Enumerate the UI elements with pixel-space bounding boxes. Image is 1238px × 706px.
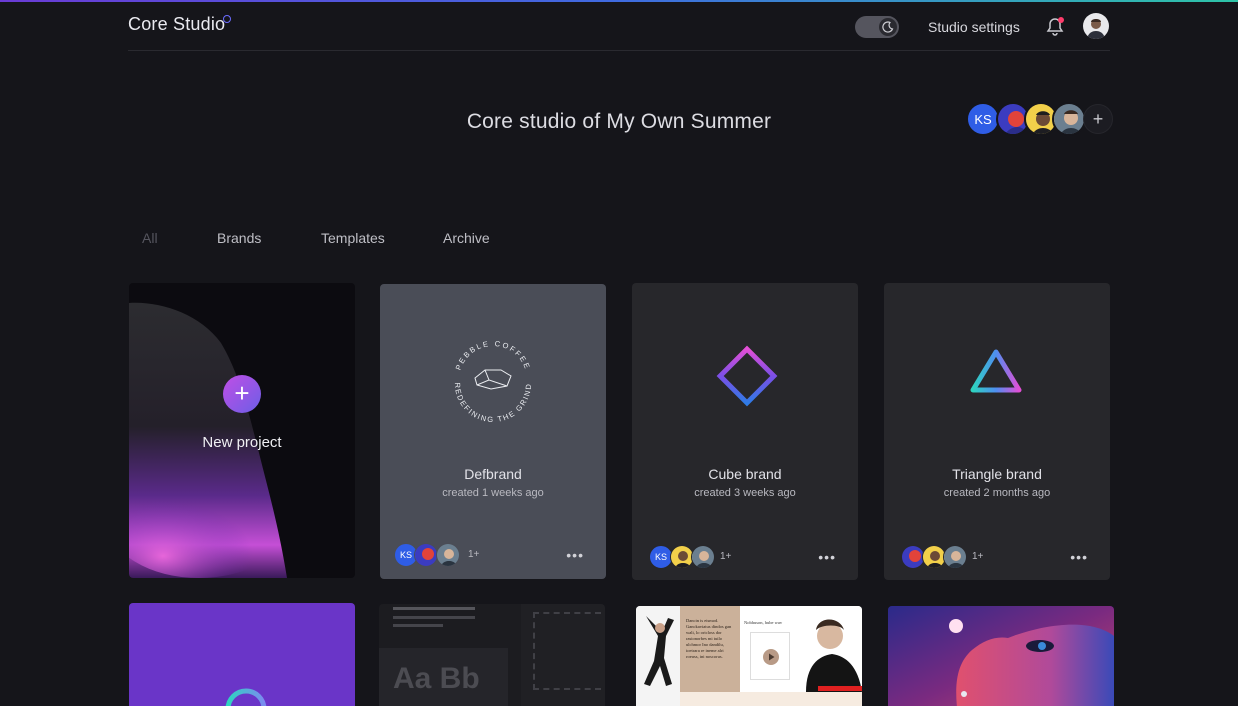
card-menu-button[interactable]: ••• — [1070, 549, 1088, 565]
tab-templates[interactable]: Templates — [321, 230, 385, 246]
project-created: created 1 weeks ago — [442, 487, 544, 499]
team-members: KS + — [966, 102, 1116, 138]
rock-artwork — [129, 302, 289, 578]
studio-settings-link[interactable]: Studio settings — [928, 19, 1020, 35]
template-card-purple[interactable] — [129, 603, 355, 706]
add-project-icon: + — [223, 375, 261, 413]
member-avatar-ks[interactable]: KS — [966, 102, 1000, 136]
add-member-button[interactable]: + — [1083, 104, 1113, 134]
project-created: created 2 months ago — [943, 487, 1051, 499]
more-members-count: 1+ — [720, 551, 732, 562]
template-card-editorial[interactable]: Dancin is eismod. Ganckaviatus dindos ga… — [636, 606, 862, 706]
project-card-defbrand[interactable]: PEBBLE COFFEE REDEFINING THE GRIND Defbr… — [380, 284, 606, 579]
member-avatar — [943, 545, 967, 569]
text-line — [393, 624, 443, 627]
card-footer: KS 1+ ••• — [646, 545, 844, 569]
type-sample-panel: Aa Bb — [379, 648, 508, 706]
dark-mode-toggle[interactable] — [855, 16, 899, 38]
project-card-cube-brand[interactable]: Cube brand created 3 weeks ago KS 1+ ••• — [632, 283, 858, 580]
new-project-card[interactable]: + New project — [129, 283, 355, 578]
svg-text:PEBBLE COFFEE: PEBBLE COFFEE — [454, 339, 533, 371]
user-avatar[interactable] — [1083, 13, 1109, 39]
video-caption: Nobhuson, hube wav — [744, 620, 783, 625]
more-members-count: 1+ — [972, 551, 984, 562]
tab-brands[interactable]: Brands — [217, 230, 261, 246]
project-card-triangle-brand[interactable]: Triangle brand created 2 months ago 1+ •… — [884, 283, 1110, 580]
accent-bar — [818, 686, 862, 691]
member-avatar — [691, 545, 715, 569]
app-logo[interactable]: Core Studio — [128, 14, 225, 35]
text-line — [393, 607, 475, 610]
dancer-photo — [636, 606, 680, 706]
project-name: Cube brand — [708, 466, 782, 482]
text-column: Dancin is eismod. Ganckaviatus dindos ga… — [680, 606, 740, 692]
member-avatar — [414, 543, 438, 567]
tab-archive[interactable]: Archive — [443, 230, 490, 246]
member-avatar[interactable] — [1052, 102, 1086, 136]
cube-brand-logo-icon — [716, 345, 778, 407]
card-menu-button[interactable]: ••• — [818, 549, 836, 565]
tab-all[interactable]: All — [142, 230, 158, 246]
portrait-photo — [800, 606, 862, 692]
dashed-frame — [533, 612, 601, 690]
video-column: Nobhuson, hube wav — [740, 606, 800, 692]
member-avatar — [436, 543, 460, 567]
project-created: created 3 weeks ago — [694, 487, 796, 499]
type-sample: Aa Bb — [393, 662, 480, 695]
new-project-label: New project — [202, 434, 282, 451]
text-line — [393, 616, 475, 619]
layout-grid-panel — [521, 604, 605, 706]
moon-icon — [879, 18, 897, 36]
template-card-portrait[interactable] — [888, 606, 1114, 706]
notifications-bell-icon[interactable] — [1046, 17, 1064, 37]
project-name: Defbrand — [464, 466, 522, 482]
video-frame — [750, 632, 790, 680]
project-name: Triangle brand — [952, 466, 1042, 482]
editorial-text: Dancin is eismod. Ganckaviatus dindos ga… — [686, 618, 732, 659]
logo-ring-icon — [223, 15, 231, 23]
bottom-strip — [680, 692, 862, 706]
pebble-coffee-logo: PEBBLE COFFEE REDEFINING THE GRIND — [453, 339, 533, 424]
ring-logo-icon — [225, 688, 267, 706]
play-icon[interactable] — [763, 649, 779, 665]
card-footer: 1+ ••• — [898, 545, 1096, 569]
template-card-typography[interactable]: Aa Bb — [379, 604, 605, 706]
triangle-brand-logo-icon — [970, 349, 1022, 393]
more-members-count: 1+ — [468, 549, 480, 560]
header: Core Studio Studio settings — [128, 2, 1110, 51]
notification-badge — [1058, 17, 1064, 23]
card-footer: KS 1+ ••• — [394, 543, 592, 567]
card-menu-button[interactable]: ••• — [566, 547, 584, 563]
neon-portrait — [888, 606, 1114, 706]
